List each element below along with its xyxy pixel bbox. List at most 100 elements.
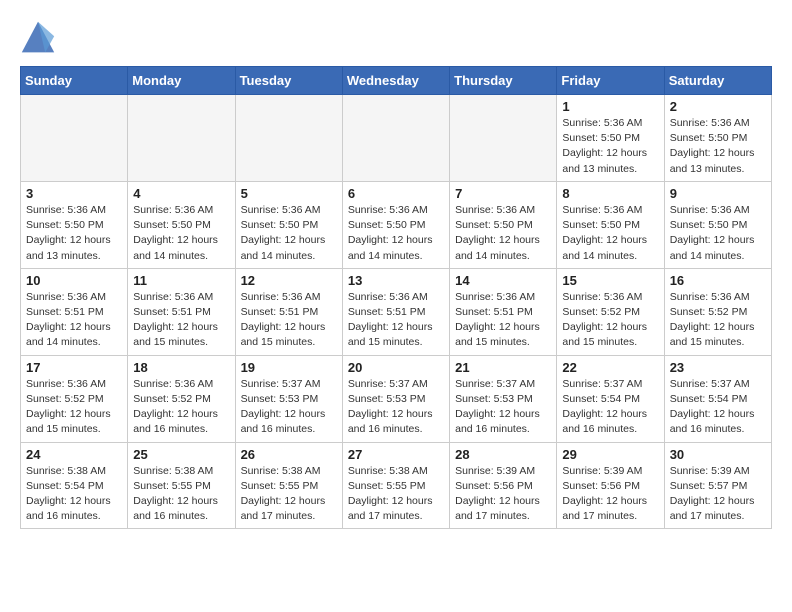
- calendar-cell: 13 Sunrise: 5:36 AM Sunset: 5:51 PM Dayli…: [342, 268, 449, 355]
- calendar-cell: 27Sunrise: 5:38 AM Sunset: 5:55 PM Dayli…: [342, 442, 449, 529]
- calendar-cell: 28 Sunrise: 5:39 AM Sunset: 5:56 PM Dayli…: [450, 442, 557, 529]
- day-number: 19: [241, 360, 337, 375]
- day-number: 25: [133, 447, 229, 462]
- day-number: 3: [26, 186, 122, 201]
- day-info: Sunrise: 5:38 AM Sunset: 5:55 PM Dayligh…: [241, 464, 337, 525]
- calendar-cell: 24 Sunrise: 5:38 AM Sunset: 5:54 PM Dayli…: [21, 442, 128, 529]
- calendar-cell: [342, 95, 449, 182]
- day-number: 7: [455, 186, 551, 201]
- calendar-cell: [21, 95, 128, 182]
- day-number: 30: [670, 447, 766, 462]
- day-number: 9: [670, 186, 766, 201]
- day-info: Sunrise: 5:36 AM Sunset: 5:50 PM Dayligh…: [562, 203, 658, 264]
- day-number: 22: [562, 360, 658, 375]
- calendar-header: SundayMondayTuesdayWednesdayThursdayFrid…: [21, 67, 772, 95]
- day-info: Sunrise: 5:38 AM Sunset: 5:55 PM Dayligh…: [133, 464, 229, 525]
- day-info: Sunrise: 5:38 AM Sunset: 5:55 PM Dayligh…: [348, 464, 444, 525]
- calendar-cell: 12 Sunrise: 5:36 AM Sunset: 5:51 PM Dayli…: [235, 268, 342, 355]
- day-info: Sunrise: 5:36 AM Sunset: 5:51 PM Dayligh…: [26, 290, 122, 351]
- day-number: 15: [562, 273, 658, 288]
- day-number: 1: [562, 99, 658, 114]
- calendar-table: SundayMondayTuesdayWednesdayThursdayFrid…: [20, 66, 772, 529]
- calendar-cell: 1 Sunrise: 5:36 AM Sunset: 5:50 PM Daylig…: [557, 95, 664, 182]
- weekday-header: Sunday: [21, 67, 128, 95]
- day-number: 14: [455, 273, 551, 288]
- weekday-header: Tuesday: [235, 67, 342, 95]
- calendar-cell: 7 Sunrise: 5:36 AM Sunset: 5:50 PM Daylig…: [450, 181, 557, 268]
- day-info: Sunrise: 5:37 AM Sunset: 5:53 PM Dayligh…: [455, 377, 551, 438]
- day-info: Sunrise: 5:39 AM Sunset: 5:56 PM Dayligh…: [455, 464, 551, 525]
- calendar-cell: [128, 95, 235, 182]
- day-number: 28: [455, 447, 551, 462]
- calendar-cell: 2Sunrise: 5:36 AM Sunset: 5:50 PM Daylig…: [664, 95, 771, 182]
- day-number: 10: [26, 273, 122, 288]
- day-info: Sunrise: 5:36 AM Sunset: 5:50 PM Dayligh…: [241, 203, 337, 264]
- day-info: Sunrise: 5:36 AM Sunset: 5:52 PM Dayligh…: [670, 290, 766, 351]
- day-number: 2: [670, 99, 766, 114]
- day-number: 21: [455, 360, 551, 375]
- day-number: 29: [562, 447, 658, 462]
- calendar-cell: 29 Sunrise: 5:39 AM Sunset: 5:56 PM Dayli…: [557, 442, 664, 529]
- day-info: Sunrise: 5:36 AM Sunset: 5:50 PM Dayligh…: [455, 203, 551, 264]
- day-number: 26: [241, 447, 337, 462]
- day-info: Sunrise: 5:36 AM Sunset: 5:50 PM Dayligh…: [133, 203, 229, 264]
- calendar-week: 3 Sunrise: 5:36 AM Sunset: 5:50 PM Daylig…: [21, 181, 772, 268]
- day-number: 12: [241, 273, 337, 288]
- day-number: 5: [241, 186, 337, 201]
- day-number: 4: [133, 186, 229, 201]
- calendar-cell: 3 Sunrise: 5:36 AM Sunset: 5:50 PM Daylig…: [21, 181, 128, 268]
- calendar-cell: 6 Sunrise: 5:36 AM Sunset: 5:50 PM Daylig…: [342, 181, 449, 268]
- day-info: Sunrise: 5:36 AM Sunset: 5:52 PM Dayligh…: [133, 377, 229, 438]
- calendar-cell: 25 Sunrise: 5:38 AM Sunset: 5:55 PM Dayli…: [128, 442, 235, 529]
- calendar-cell: 5 Sunrise: 5:36 AM Sunset: 5:50 PM Daylig…: [235, 181, 342, 268]
- calendar-cell: 26 Sunrise: 5:38 AM Sunset: 5:55 PM Dayli…: [235, 442, 342, 529]
- day-info: Sunrise: 5:37 AM Sunset: 5:53 PM Dayligh…: [348, 377, 444, 438]
- calendar-cell: 21 Sunrise: 5:37 AM Sunset: 5:53 PM Dayli…: [450, 355, 557, 442]
- calendar-week: 17 Sunrise: 5:36 AM Sunset: 5:52 PM Dayli…: [21, 355, 772, 442]
- logo: [20, 20, 62, 56]
- calendar-cell: 30 Sunrise: 5:39 AM Sunset: 5:57 PM Dayli…: [664, 442, 771, 529]
- day-info: Sunrise: 5:36 AM Sunset: 5:51 PM Dayligh…: [455, 290, 551, 351]
- day-info: Sunrise: 5:36 AM Sunset: 5:51 PM Dayligh…: [348, 290, 444, 351]
- day-info: Sunrise: 5:36 AM Sunset: 5:52 PM Dayligh…: [562, 290, 658, 351]
- calendar-cell: 11Sunrise: 5:36 AM Sunset: 5:51 PM Dayli…: [128, 268, 235, 355]
- day-number: 16: [670, 273, 766, 288]
- day-number: 6: [348, 186, 444, 201]
- calendar-cell: 8Sunrise: 5:36 AM Sunset: 5:50 PM Daylig…: [557, 181, 664, 268]
- day-number: 20: [348, 360, 444, 375]
- calendar-week: 24 Sunrise: 5:38 AM Sunset: 5:54 PM Dayli…: [21, 442, 772, 529]
- calendar-week: 10 Sunrise: 5:36 AM Sunset: 5:51 PM Dayli…: [21, 268, 772, 355]
- day-info: Sunrise: 5:39 AM Sunset: 5:56 PM Dayligh…: [562, 464, 658, 525]
- calendar-cell: 15 Sunrise: 5:36 AM Sunset: 5:52 PM Dayli…: [557, 268, 664, 355]
- page-header: [20, 20, 772, 56]
- day-info: Sunrise: 5:37 AM Sunset: 5:54 PM Dayligh…: [562, 377, 658, 438]
- day-number: 23: [670, 360, 766, 375]
- day-info: Sunrise: 5:36 AM Sunset: 5:52 PM Dayligh…: [26, 377, 122, 438]
- day-info: Sunrise: 5:38 AM Sunset: 5:54 PM Dayligh…: [26, 464, 122, 525]
- calendar-cell: 23 Sunrise: 5:37 AM Sunset: 5:54 PM Dayli…: [664, 355, 771, 442]
- day-number: 17: [26, 360, 122, 375]
- day-number: 13: [348, 273, 444, 288]
- calendar-cell: 19 Sunrise: 5:37 AM Sunset: 5:53 PM Dayli…: [235, 355, 342, 442]
- day-info: Sunrise: 5:37 AM Sunset: 5:53 PM Dayligh…: [241, 377, 337, 438]
- day-info: Sunrise: 5:36 AM Sunset: 5:50 PM Dayligh…: [562, 116, 658, 177]
- day-info: Sunrise: 5:36 AM Sunset: 5:51 PM Dayligh…: [133, 290, 229, 351]
- day-number: 24: [26, 447, 122, 462]
- day-info: Sunrise: 5:39 AM Sunset: 5:57 PM Dayligh…: [670, 464, 766, 525]
- weekday-header: Wednesday: [342, 67, 449, 95]
- calendar-cell: 14 Sunrise: 5:36 AM Sunset: 5:51 PM Dayli…: [450, 268, 557, 355]
- calendar-cell: 9 Sunrise: 5:36 AM Sunset: 5:50 PM Daylig…: [664, 181, 771, 268]
- calendar-cell: 4 Sunrise: 5:36 AM Sunset: 5:50 PM Daylig…: [128, 181, 235, 268]
- logo-icon: [20, 20, 56, 56]
- calendar-cell: 10 Sunrise: 5:36 AM Sunset: 5:51 PM Dayli…: [21, 268, 128, 355]
- day-info: Sunrise: 5:37 AM Sunset: 5:54 PM Dayligh…: [670, 377, 766, 438]
- calendar-week: 1 Sunrise: 5:36 AM Sunset: 5:50 PM Daylig…: [21, 95, 772, 182]
- day-info: Sunrise: 5:36 AM Sunset: 5:50 PM Dayligh…: [26, 203, 122, 264]
- day-info: Sunrise: 5:36 AM Sunset: 5:50 PM Dayligh…: [670, 203, 766, 264]
- day-info: Sunrise: 5:36 AM Sunset: 5:50 PM Dayligh…: [348, 203, 444, 264]
- weekday-header: Monday: [128, 67, 235, 95]
- calendar-cell: 18Sunrise: 5:36 AM Sunset: 5:52 PM Dayli…: [128, 355, 235, 442]
- day-info: Sunrise: 5:36 AM Sunset: 5:51 PM Dayligh…: [241, 290, 337, 351]
- calendar-cell: 17 Sunrise: 5:36 AM Sunset: 5:52 PM Dayli…: [21, 355, 128, 442]
- weekday-header: Thursday: [450, 67, 557, 95]
